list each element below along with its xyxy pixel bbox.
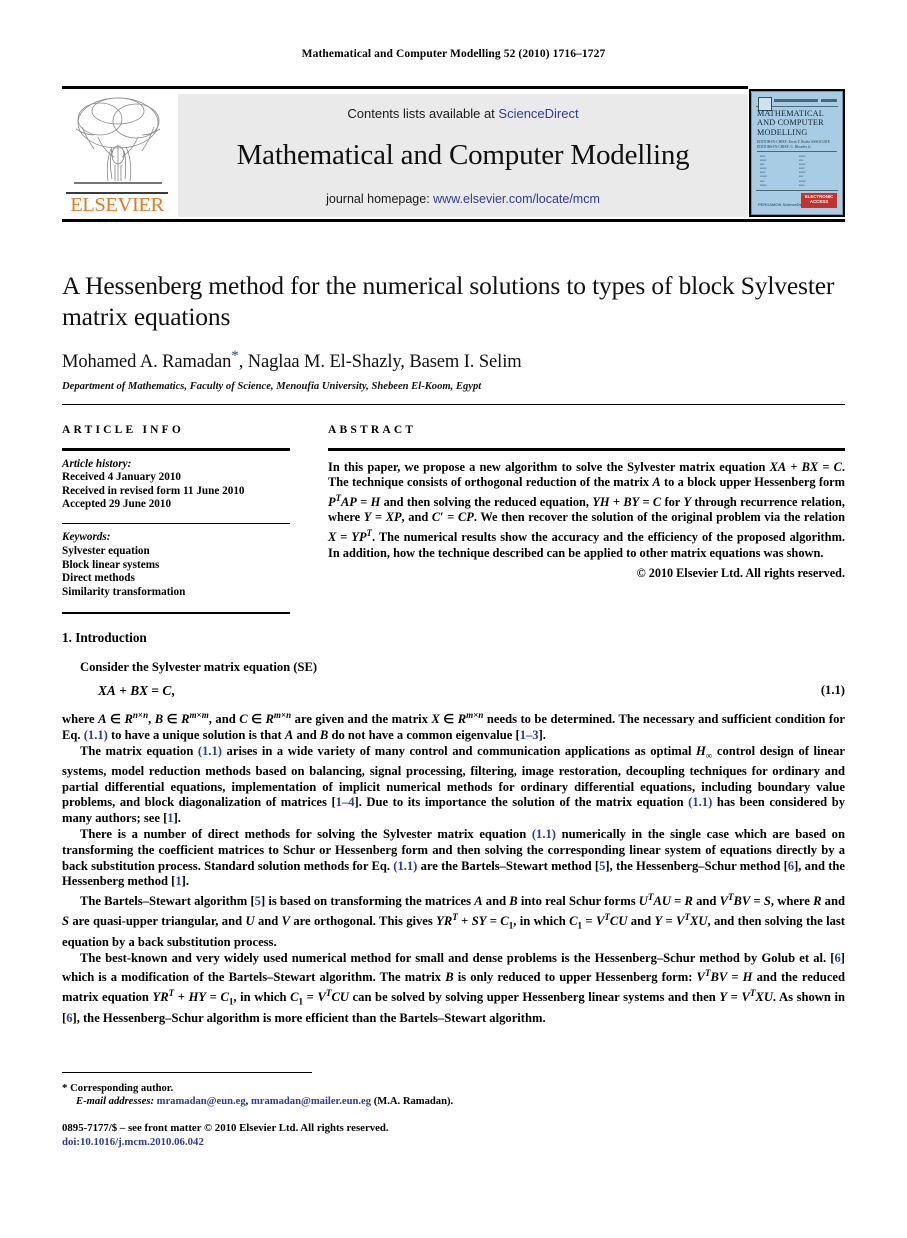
cover-inner: MATHEMATICAL AND COMPUTER MODELLING EDIT…	[751, 91, 843, 215]
corresponding-author-marker: *	[231, 348, 239, 364]
cover-topbar	[756, 96, 838, 111]
equation-row-1-1: XA + BX = C, (1.1)	[62, 683, 845, 702]
running-head: Mathematical and Computer Modelling 52 (…	[301, 48, 606, 60]
author-others: , Naglaa M. El-Shazly, Basem I. Selim	[238, 352, 522, 373]
masthead-top-rule	[62, 86, 748, 89]
email-line: E-mail addresses: mramadan@eun.eg, mrama…	[76, 1096, 454, 1108]
cover-editors: EDITOR-IN-CHIEF: Ervin Y. Rodin ASSOCIAT…	[757, 140, 837, 153]
equation-1-1: XA + BX = C,	[98, 682, 175, 698]
affiliation: Department of Mathematics, Faculty of Sc…	[62, 381, 482, 393]
cover-publisher: PERGAMON ScienceDirect	[758, 202, 808, 207]
footnote-rule	[62, 1072, 312, 1073]
keyword-item: Block linear systems	[62, 558, 160, 571]
sciencedirect-link[interactable]: ScienceDirect	[498, 106, 578, 121]
page-title: A Hessenberg method for the numerical so…	[62, 271, 835, 331]
cover-access-badge: ELECTRONIC ACCESS	[801, 193, 837, 208]
cover-editorial-board: ▪▪▪▪▪ ▪▪▪▪▪▪ ▪▪▪▪ ▪▪▪▪▪▪ ▪▪▪▪▪ ▪▪▪▪▪▪ ▪▪▪▪ ▪▪▪▪…	[760, 154, 834, 188]
elsevier-wordmark: ELSEVIER	[70, 193, 164, 216]
email-link-1[interactable]: mramadan@eun.eg	[157, 1096, 246, 1107]
contents-line: Contents lists available at ScienceDirec…	[178, 106, 748, 121]
cover-footer: PERGAMON ScienceDirect ELECTRONIC ACCESS	[756, 190, 838, 211]
section-number: 1.	[62, 630, 72, 645]
history-item: Accepted 29 June 2010	[62, 498, 172, 511]
elsevier-tree-icon	[68, 93, 168, 189]
abstract-column: ABSTRACT In this paper, we propose a new…	[328, 424, 845, 581]
cover-volume-line	[774, 99, 818, 102]
journal-homepage-line: journal homepage: www.elsevier.com/locat…	[178, 192, 748, 206]
info-section-top-rule	[62, 404, 845, 405]
email-link-2[interactable]: mramadan@mailer.eun.eg	[251, 1096, 371, 1107]
author-list: Mohamed A. Ramadan*, Naglaa M. El-Shazly…	[62, 348, 845, 373]
masthead-bottom-rule	[62, 219, 845, 222]
corresponding-author-text: Corresponding author.	[70, 1083, 174, 1094]
title-block: A Hessenberg method for the numerical so…	[62, 270, 845, 392]
page-footer: 0895-7177/$ – see front matter © 2010 El…	[62, 1122, 762, 1149]
keyword-item: Direct methods	[62, 572, 135, 585]
article-info-rule	[62, 448, 290, 451]
article-info-bottom-rule	[62, 612, 290, 614]
cover-board-col-right: ▪▪▪▪▪▪ ▪▪▪▪ ▪▪▪▪▪▪ ▪▪▪▪▪ ▪▪▪▪▪▪ ▪▪▪▪ ▪▪▪▪▪▪ ▪▪▪…	[799, 154, 806, 188]
keyword-item: Similarity transformation	[62, 585, 186, 598]
issn-copyright-line: 0895-7177/$ – see front matter © 2010 El…	[62, 1122, 389, 1134]
elsevier-logo: ELSEVIER	[64, 93, 170, 217]
paragraph-consider: Consider the Sylvester matrix equation (…	[80, 660, 318, 674]
body-column: 1. Introduction Consider the Sylvester m…	[62, 630, 845, 1027]
keywords-list: Keywords: Sylvester equation Block linea…	[62, 531, 290, 599]
paragraph-matrix-equation-arises: The matrix equation (1.1) arises in a wi…	[62, 743, 846, 826]
journal-homepage-link[interactable]: www.elsevier.com/locate/mcm	[433, 192, 600, 206]
footnote-star-marker: *	[62, 1082, 68, 1094]
section-heading-introduction: 1. Introduction	[62, 630, 845, 646]
section-title: Introduction	[75, 630, 147, 645]
history-item: Received 4 January 2010	[62, 471, 182, 484]
journal-masthead: ELSEVIER Contents lists available at Sci…	[62, 86, 845, 222]
abstract-heading: ABSTRACT	[328, 424, 417, 436]
article-history-label: Article history:	[62, 457, 132, 470]
cover-issn-line	[821, 99, 837, 102]
article-info-column: ARTICLE INFO Article history: Received 4…	[62, 424, 290, 599]
corresponding-author-note: * Corresponding author.	[62, 1082, 762, 1095]
paper-page: Mathematical and Computer Modelling 52 (…	[0, 0, 907, 1238]
journal-cover-thumbnail: MATHEMATICAL AND COMPUTER MODELLING EDIT…	[749, 89, 845, 217]
abstract-rule	[328, 448, 845, 451]
doi-link[interactable]: doi:10.1016/j.mcm.2010.06.042	[62, 1136, 762, 1150]
paragraph-bartels-stewart: The Bartels–Stewart algorithm [5] is bas…	[62, 892, 845, 949]
keyword-item: Sylvester equation	[62, 544, 150, 557]
journal-title: Mathematical and Computer Modelling	[236, 139, 690, 171]
paragraph-where: where A ∈ Rn×n, B ∈ Rm×m, and C ∈ Rm×n a…	[62, 709, 845, 742]
cover-title: MATHEMATICAL AND COMPUTER MODELLING	[757, 109, 824, 137]
article-history: Article history: Received 4 January 2010…	[62, 458, 290, 512]
keywords-rule	[62, 522, 290, 525]
paragraph-direct-methods: There is a number of direct methods for …	[62, 827, 846, 889]
email-label: E-mail addresses:	[76, 1096, 154, 1108]
sciencedirect-band: Contents lists available at ScienceDirec…	[178, 94, 748, 217]
homepage-prefix: journal homepage:	[326, 192, 434, 206]
abstract-text: In this paper, we propose a new algorith…	[328, 459, 846, 560]
article-info-heading: ARTICLE INFO	[62, 424, 185, 436]
tree-drawing-icon	[74, 97, 162, 184]
history-item: Received in revised form 11 June 2010	[62, 484, 245, 497]
abstract-copyright: © 2010 Elsevier Ltd. All rights reserved…	[636, 566, 845, 581]
equation-1-1-number: (1.1)	[820, 682, 845, 697]
cover-board-col-left: ▪▪▪▪▪ ▪▪▪▪▪▪ ▪▪▪▪ ▪▪▪▪▪▪ ▪▪▪▪▪ ▪▪▪▪▪▪ ▪▪▪▪ ▪▪▪▪…	[760, 154, 767, 188]
keywords-label: Keywords:	[62, 531, 111, 544]
email-owner: (M.A. Ramadan).	[373, 1096, 454, 1108]
footnote-block: * Corresponding author. E-mail addresses…	[62, 1082, 762, 1109]
author-primary: Mohamed A. Ramadan	[62, 352, 232, 373]
contents-prefix: Contents lists available at	[347, 106, 499, 121]
paragraph-hessenberg-schur: The best-known and very widely used nume…	[62, 950, 846, 1025]
